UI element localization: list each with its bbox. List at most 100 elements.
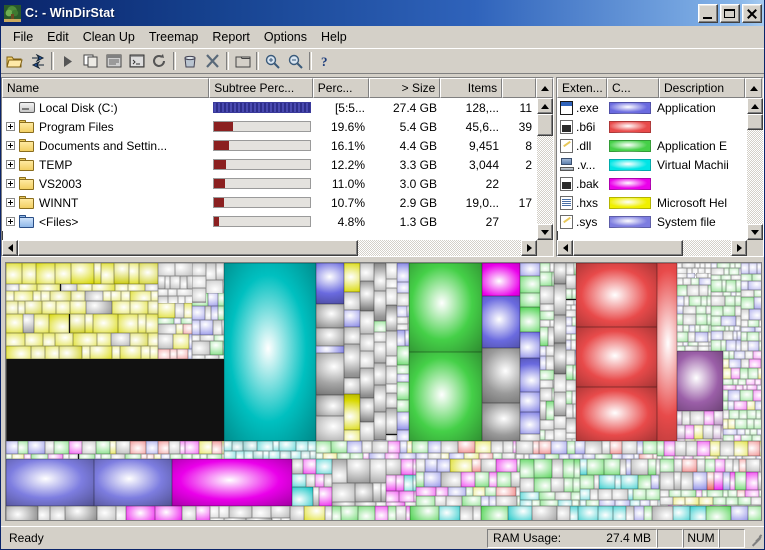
treemap-tile[interactable] (428, 441, 441, 453)
treemap-tile[interactable] (192, 275, 206, 288)
ext-vscroll-up-button[interactable] (747, 98, 763, 114)
hscroll-left-button[interactable] (2, 240, 18, 256)
treemap-tile[interactable] (719, 441, 734, 456)
treemap-tile[interactable] (192, 301, 206, 303)
treemap-tile[interactable] (677, 295, 684, 306)
treemap-tile[interactable] (680, 489, 696, 498)
treemap-tile[interactable] (482, 403, 520, 441)
treemap-tile[interactable] (361, 441, 372, 453)
treemap-tile[interactable] (18, 301, 26, 314)
treemap-tile[interactable] (182, 324, 192, 335)
treemap-tile[interactable] (540, 370, 554, 380)
treemap-tile[interactable] (386, 459, 402, 475)
treemap-tile[interactable] (538, 441, 551, 454)
treemap-tile[interactable] (129, 301, 148, 314)
treemap-tile[interactable] (93, 313, 119, 333)
treemap-tile[interactable] (580, 489, 590, 500)
treemap-tile[interactable] (344, 309, 360, 328)
treemap-tile[interactable] (755, 378, 761, 386)
treemap-canvas[interactable] (5, 262, 762, 521)
treemap-tile[interactable] (611, 489, 628, 500)
treemap-tile[interactable] (748, 506, 761, 520)
treemap-tile[interactable] (741, 341, 749, 351)
treemap-tile[interactable] (520, 307, 540, 332)
treemap-tile[interactable] (741, 289, 754, 298)
treemap-tile[interactable] (462, 496, 482, 506)
treemap-tile[interactable] (657, 263, 677, 441)
treemap-tile[interactable] (490, 441, 504, 453)
treemap-tile[interactable] (685, 497, 699, 506)
treemap-tile[interactable] (545, 401, 554, 421)
treemap-tile[interactable] (409, 263, 482, 352)
treemap-tile[interactable] (65, 506, 97, 520)
treemap-tile[interactable] (682, 277, 691, 286)
treemap-tile[interactable] (520, 433, 540, 441)
treemap-tile[interactable] (224, 451, 237, 459)
treemap-tile[interactable] (292, 486, 313, 506)
treemap-tile[interactable] (44, 441, 54, 455)
treemap-tile[interactable] (747, 441, 761, 456)
treemap-tile[interactable] (316, 441, 332, 453)
treemap-tile[interactable] (315, 474, 324, 487)
treemap-tile[interactable] (440, 471, 462, 488)
treemap-tile[interactable] (138, 263, 158, 284)
treemap-tile[interactable] (734, 471, 746, 490)
copy-button[interactable] (79, 50, 102, 72)
treemap-tile[interactable] (683, 314, 696, 326)
treemap-tile[interactable] (397, 316, 408, 324)
treemap-tile[interactable] (145, 441, 158, 455)
treemap-tile[interactable] (757, 367, 761, 379)
treemap-tile[interactable] (481, 506, 508, 520)
treemap-tile[interactable] (262, 451, 270, 459)
treemap-tile[interactable] (706, 489, 723, 498)
treemap-tile[interactable] (752, 390, 761, 402)
treemap-tile[interactable] (145, 283, 158, 292)
treemap-tile[interactable] (386, 392, 397, 408)
treemap-tile[interactable] (60, 283, 78, 292)
command-prompt-button[interactable] (125, 50, 148, 72)
treemap-tile[interactable] (137, 313, 147, 333)
treemap-tile[interactable] (70, 301, 87, 314)
treemap-tile[interactable] (22, 263, 36, 284)
treemap-tile[interactable] (199, 320, 213, 335)
vscroll-up-button[interactable] (537, 98, 553, 114)
treemap-tile[interactable] (332, 506, 342, 520)
treemap-tile[interactable] (682, 411, 690, 426)
treemap-tile[interactable] (158, 288, 169, 296)
treemap-tile[interactable] (218, 506, 230, 519)
treemap-tile[interactable] (344, 430, 360, 441)
header-scroll-up-button[interactable] (536, 78, 553, 98)
treemap-tile[interactable] (760, 359, 761, 368)
treemap-tile[interactable] (388, 441, 401, 453)
treemap-tile[interactable] (698, 285, 709, 296)
treemap-tile[interactable] (566, 379, 576, 391)
treemap-tile[interactable] (35, 263, 55, 284)
treemap-tile[interactable] (689, 295, 702, 306)
treemap-tile[interactable] (95, 441, 111, 455)
treemap-tile[interactable] (216, 263, 224, 280)
directory-name-cell[interactable]: <Files> (2, 215, 210, 229)
treemap-tile[interactable] (689, 411, 705, 426)
treemap-tile[interactable] (540, 311, 554, 321)
treemap-tile[interactable] (111, 301, 130, 314)
treemap-tile[interactable] (81, 345, 91, 359)
treemap-tile[interactable] (760, 308, 761, 320)
treemap-tile[interactable] (209, 340, 223, 355)
treemap-tile[interactable] (566, 325, 576, 334)
treemap-tile[interactable] (374, 363, 386, 386)
treemap-tile[interactable] (650, 475, 660, 490)
treemap-tile[interactable] (110, 332, 130, 346)
treemap-tile[interactable] (344, 377, 360, 394)
treemap-tile[interactable] (206, 263, 217, 280)
treemap-tile[interactable] (471, 459, 481, 472)
menu-item-edit[interactable]: Edit (40, 28, 76, 46)
treemap-tile[interactable] (6, 291, 15, 301)
treemap-tile[interactable] (435, 487, 449, 497)
treemap-tile[interactable] (192, 320, 200, 335)
treemap-tile[interactable] (755, 401, 761, 411)
treemap-tile[interactable] (660, 497, 673, 506)
treemap-tile[interactable] (685, 425, 695, 439)
treemap-tile[interactable] (120, 345, 141, 359)
treemap-tile[interactable] (573, 477, 580, 492)
treemap-tile[interactable] (722, 471, 730, 490)
